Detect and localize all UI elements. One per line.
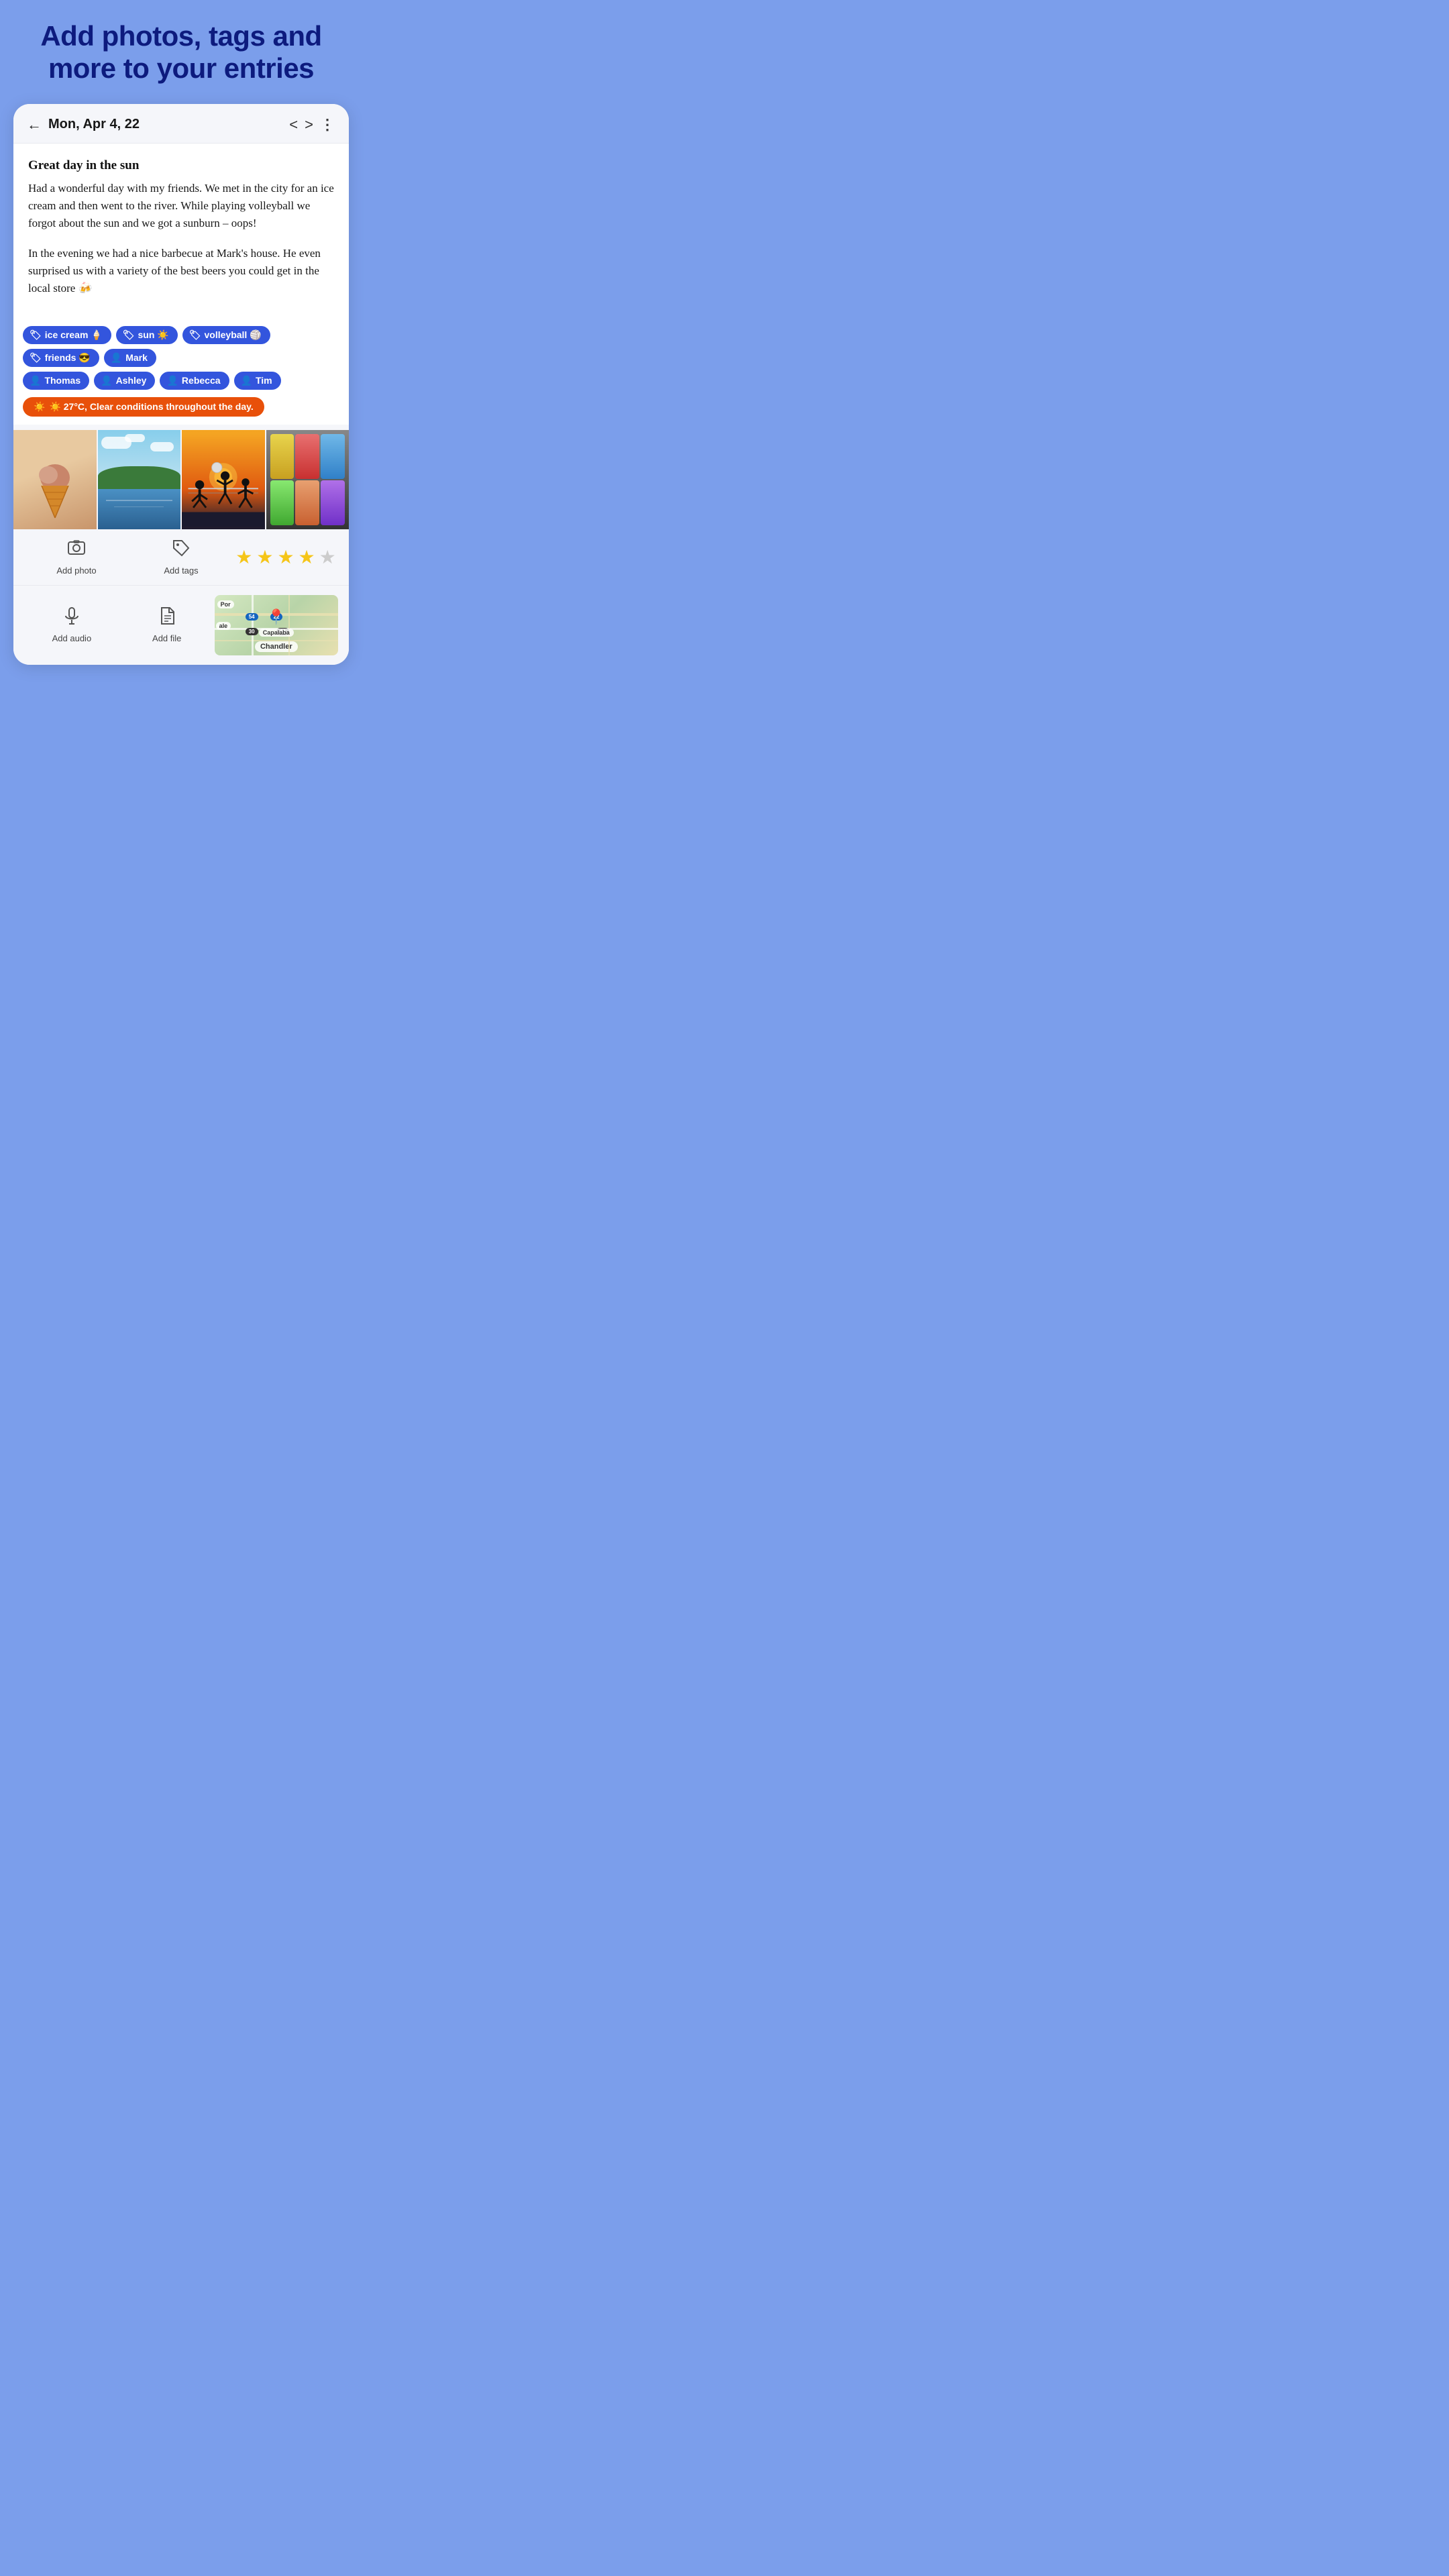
action-bar: Add photo Add tags ★ ★ ★ ★ ★	[13, 529, 349, 665]
action-row-1: Add photo Add tags ★ ★ ★ ★ ★	[13, 529, 349, 585]
tag-friends[interactable]: 🏷 friends 😎	[23, 349, 99, 367]
photo-river[interactable]	[97, 430, 181, 529]
entry-paragraph-2: In the evening we had a nice barbecue at…	[28, 245, 334, 298]
person-icon: 👤	[111, 352, 122, 364]
prev-entry-button[interactable]: <	[289, 116, 298, 133]
add-file-label: Add file	[152, 633, 181, 643]
tag-mark[interactable]: 👤 Mark	[104, 349, 156, 367]
header-nav: < > ⋮	[289, 116, 335, 133]
star-1[interactable]: ★	[235, 546, 252, 568]
add-photo-button[interactable]: Add photo	[24, 539, 129, 576]
add-audio-label: Add audio	[52, 633, 92, 643]
person-icon: 👤	[166, 375, 178, 386]
star-3[interactable]: ★	[277, 546, 294, 568]
entry-body: Had a wonderful day with my friends. We …	[28, 180, 334, 298]
journal-card: ← Mon, Apr 4, 22 < > ⋮ Great day in the …	[13, 104, 349, 665]
tag-volleyball-label: volleyball 🏐	[205, 329, 262, 341]
photo-volleyball[interactable]	[180, 430, 265, 529]
tag-thomas-label: Thomas	[44, 375, 80, 386]
tag-rebecca-label: Rebecca	[182, 375, 221, 386]
photos-row	[13, 430, 349, 529]
star-2[interactable]: ★	[256, 546, 273, 568]
entry-paragraph-1: Had a wonderful day with my friends. We …	[28, 180, 334, 233]
tag-label-icon: 🏷	[123, 329, 135, 341]
tag-volleyball[interactable]: 🏷 volleyball 🏐	[182, 326, 270, 344]
activity-tags-row: 🏷 ice cream 🍦 🏷 sun ☀️ 🏷 volleyball 🏐 🏷 …	[23, 326, 339, 367]
action-row-2: Add audio Add file	[13, 585, 349, 665]
photo-icon	[67, 539, 86, 562]
map-pin-icon: 📍	[267, 608, 285, 626]
tags-section: 🏷 ice cream 🍦 🏷 sun ☀️ 🏷 volleyball 🏐 🏷 …	[13, 317, 349, 425]
tag-label-icon: 🏷	[189, 329, 201, 341]
entry-title: Great day in the sun	[28, 158, 334, 173]
tag-ice-cream-label: ice cream 🍦	[45, 329, 103, 341]
tag-sun-label: sun ☀️	[138, 329, 169, 341]
tag-label-icon: 🏷	[30, 352, 42, 364]
river-image	[98, 430, 181, 529]
entry-date: Mon, Apr 4, 22	[48, 117, 289, 132]
weather-bar: ☀️ ☀️ 27°C, Clear conditions throughout …	[23, 394, 339, 419]
person-icon: 👤	[101, 375, 112, 386]
volleyball-image	[182, 430, 265, 529]
tag-ashley[interactable]: 👤 Ashley	[94, 372, 155, 390]
next-entry-button[interactable]: >	[305, 116, 313, 133]
back-button[interactable]: ←	[27, 116, 42, 133]
tag-rebecca[interactable]: 👤 Rebecca	[160, 372, 229, 390]
map-location-label: Chandler	[255, 641, 298, 652]
tag-friends-label: friends 😎	[45, 352, 91, 364]
add-file-button[interactable]: Add file	[119, 606, 215, 643]
tag-thomas[interactable]: 👤 Thomas	[23, 372, 89, 390]
person-icon: 👤	[241, 375, 252, 386]
tag-icon	[172, 539, 191, 562]
add-tags-label: Add tags	[164, 566, 198, 576]
photo-beer[interactable]	[265, 430, 350, 529]
tag-tim-label: Tim	[256, 375, 272, 386]
tag-label-icon: 🏷	[30, 329, 42, 341]
tag-tim[interactable]: 👤 Tim	[234, 372, 281, 390]
star-rating[interactable]: ★ ★ ★ ★ ★	[233, 546, 338, 568]
person-tags-row: 👤 Thomas 👤 Ashley 👤 Rebecca 👤 Tim	[23, 372, 339, 390]
tag-ice-cream[interactable]: 🏷 ice cream 🍦	[23, 326, 111, 344]
add-photo-label: Add photo	[56, 566, 96, 576]
audio-icon	[62, 606, 81, 630]
tag-mark-label: Mark	[125, 352, 148, 363]
icecream-image	[35, 459, 75, 529]
photo-icecream[interactable]	[13, 430, 97, 529]
add-tags-button[interactable]: Add tags	[129, 539, 233, 576]
star-4[interactable]: ★	[299, 546, 315, 568]
hero-title: Add photos, tags and more to your entrie…	[13, 20, 349, 85]
card-header: ← Mon, Apr 4, 22 < > ⋮	[13, 104, 349, 144]
tag-sun[interactable]: 🏷 sun ☀️	[116, 326, 178, 344]
weather-icon: ☀️	[34, 401, 45, 413]
tag-ashley-label: Ashley	[116, 375, 147, 386]
beer-image	[266, 430, 350, 529]
entry-content: Great day in the sun Had a wonderful day…	[13, 144, 349, 317]
map-preview[interactable]: Por ale 54 22 30 44 📍 Chandler Capalaba	[215, 595, 338, 655]
more-options-button[interactable]: ⋮	[320, 116, 335, 133]
file-icon	[158, 606, 176, 630]
add-audio-button[interactable]: Add audio	[24, 606, 119, 643]
star-5[interactable]: ★	[319, 546, 336, 568]
person-icon: 👤	[30, 375, 41, 386]
weather-text: ☀️ 27°C, Clear conditions throughout the…	[49, 401, 253, 413]
